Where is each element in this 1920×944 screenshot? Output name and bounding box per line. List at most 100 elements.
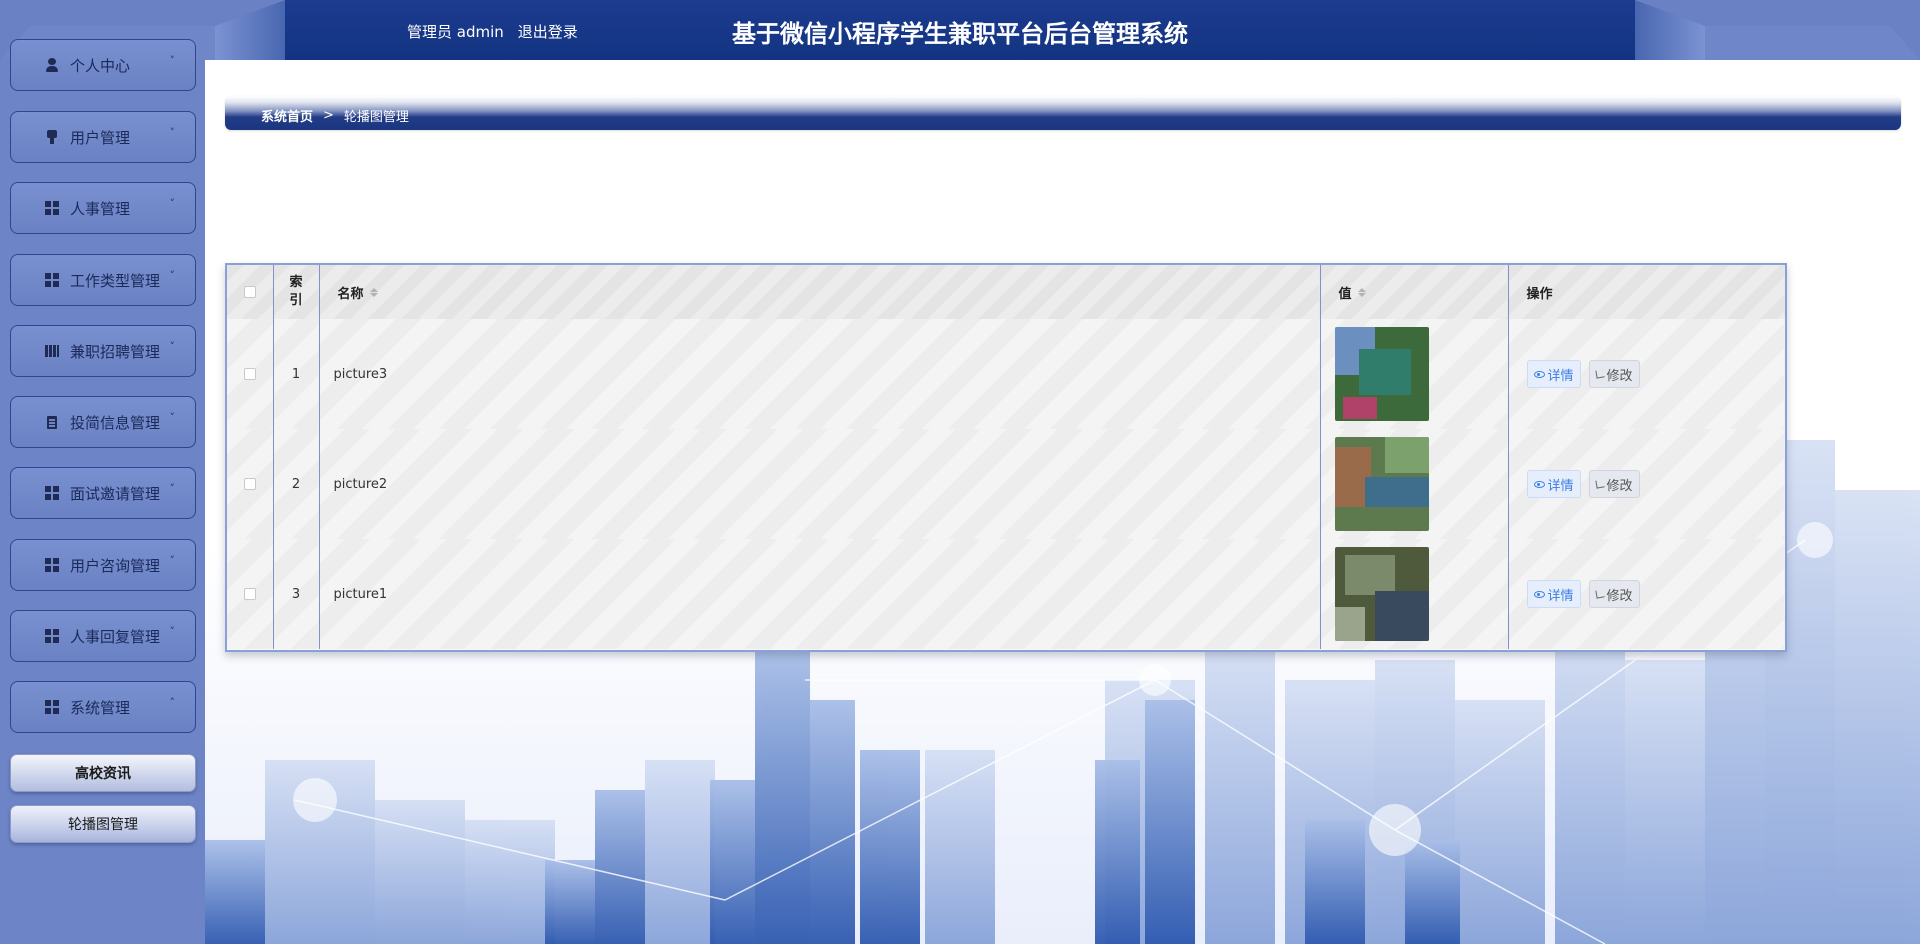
sidebar-item-personal-center[interactable]: 个人中心 ˅ [10,39,196,91]
select-all-checkbox[interactable] [243,286,256,298]
main-content: 系统首页 > 轮播图管理 索引 名称 值 操作 1 picture3 详情 修改… [205,60,1920,944]
row-name: picture3 [319,319,1321,429]
chevron-down-icon: ˅ [169,126,176,139]
sidebar-item-label: 用户咨询管理 [70,556,161,575]
carousel-thumbnail-image[interactable] [1334,547,1429,641]
sidebar-item-label: 工作类型管理 [70,271,161,290]
breadcrumb: 系统首页 > 轮播图管理 [261,106,409,125]
sidebar-item-hr-reply[interactable]: 人事回复管理 ˅ [10,610,196,662]
detail-button-label: 详情 [1547,588,1574,604]
breadcrumb-separator: > [323,108,334,123]
chevron-down-icon: ˅ [169,411,176,424]
grid-icon [45,629,59,643]
header-name[interactable]: 名称 [319,265,1321,319]
row-value [1320,539,1509,649]
row-checkbox-cell [227,319,274,429]
data-table: 索引 名称 值 操作 1 picture3 详情 修改 2 picture2 详… [227,265,1785,649]
chevron-down-icon: ˅ [169,54,176,67]
carousel-thumbnail-image[interactable] [1334,327,1429,421]
chevron-down-icon: ˅ [169,625,176,638]
pencil-icon [1594,479,1605,489]
sidebar-item-label: 用户管理 [70,128,131,147]
row-value [1320,319,1509,429]
row-name: picture2 [319,429,1321,539]
row-checkbox[interactable] [243,478,256,490]
grid-icon [45,486,59,500]
sidebar-item-system-management[interactable]: 系统管理 ˄ [10,681,196,733]
detail-button-label: 详情 [1547,478,1574,494]
sort-icon[interactable] [1357,287,1366,297]
eye-icon [1533,590,1545,598]
detail-button[interactable]: 详情 [1526,580,1581,608]
edit-button[interactable]: 修改 [1588,470,1640,498]
carousel-table: 索引 名称 值 操作 1 picture3 详情 修改 2 picture2 详… [225,263,1787,652]
grid-icon [45,700,59,714]
eye-icon [1533,480,1545,488]
person-icon [45,58,59,72]
chevron-down-icon: ˅ [169,554,176,567]
sidebar-item-label: 人事回复管理 [70,627,161,646]
row-index: 1 [273,319,320,429]
table-header-row: 索引 名称 值 操作 [227,265,1785,319]
table-row: 1 picture3 详情 修改 [227,319,1785,429]
row-value [1320,429,1509,539]
edit-button[interactable]: 修改 [1588,360,1640,388]
sidebar-item-label: 人事管理 [70,199,131,218]
top-header: 管理员 admin 退出登录 基于微信小程序学生兼职平台后台管理系统 [0,0,1920,60]
pencil-icon [1594,369,1605,379]
header-index-label: 索引 [289,275,303,308]
sidebar-item-label: 兼职招聘管理 [70,342,161,361]
row-checkbox-cell [227,539,274,649]
app-title: 基于微信小程序学生兼职平台后台管理系统 [732,20,1188,48]
row-actions: 详情 修改 [1508,429,1785,539]
header-select-all-cell [227,265,274,319]
row-checkbox-cell [227,429,274,539]
row-checkbox[interactable] [243,588,256,600]
chevron-up-icon: ˄ [169,696,176,709]
header-index: 索引 [273,265,320,319]
header-value[interactable]: 值 [1320,265,1509,319]
sidebar-item-resume-management[interactable]: 投简信息管理 ˅ [10,396,196,448]
book-icon [45,344,59,358]
header-value-label: 值 [1338,286,1352,302]
row-index: 3 [273,539,320,649]
sidebar-item-label: 个人中心 [70,56,131,75]
detail-button[interactable]: 详情 [1526,470,1581,498]
pencil-icon [1594,589,1605,599]
row-name: picture1 [319,539,1321,649]
eye-icon [1533,370,1545,378]
chevron-down-icon: ˅ [169,197,176,210]
sidebar-item-label: 面试邀请管理 [70,484,161,503]
header-actions-label: 操作 [1526,286,1553,302]
header-name-label: 名称 [337,286,364,302]
sidebar-item-job-type-management[interactable]: 工作类型管理 ˅ [10,254,196,306]
row-checkbox[interactable] [243,368,256,380]
sidebar-item-user-consult[interactable]: 用户咨询管理 ˅ [10,539,196,591]
table-row: 2 picture2 详情 修改 [227,429,1785,539]
sidebar-subitem-campus-news[interactable]: 高校资讯 [10,754,196,792]
edit-button-label: 修改 [1606,588,1633,604]
clipboard-icon [45,415,59,429]
breadcrumb-current: 轮播图管理 [343,110,409,125]
stamp-icon [45,130,59,144]
chevron-down-icon: ˅ [169,482,176,495]
grid-icon [45,558,59,572]
sidebar-subitem-label: 高校资讯 [75,766,131,782]
edit-button[interactable]: 修改 [1588,580,1640,608]
sidebar-subitem-carousel-management[interactable]: 轮播图管理 [10,805,196,843]
sidebar-item-user-management[interactable]: 用户管理 ˅ [10,111,196,163]
header-actions: 操作 [1508,265,1785,319]
carousel-thumbnail-image[interactable] [1334,437,1429,531]
sort-icon[interactable] [369,287,378,297]
breadcrumb-home-link[interactable]: 系统首页 [261,106,313,125]
sidebar-subitem-label: 轮播图管理 [68,817,138,833]
row-actions: 详情 修改 [1508,539,1785,649]
edit-button-label: 修改 [1606,478,1633,494]
grid-icon [45,201,59,215]
sidebar-item-interview-invite[interactable]: 面试邀请管理 ˅ [10,467,196,519]
detail-button[interactable]: 详情 [1526,360,1581,388]
table-row: 3 picture1 详情 修改 [227,539,1785,649]
edit-button-label: 修改 [1606,368,1633,384]
sidebar-item-hr-management[interactable]: 人事管理 ˅ [10,182,196,234]
sidebar-item-part-time-recruit[interactable]: 兼职招聘管理 ˅ [10,325,196,377]
